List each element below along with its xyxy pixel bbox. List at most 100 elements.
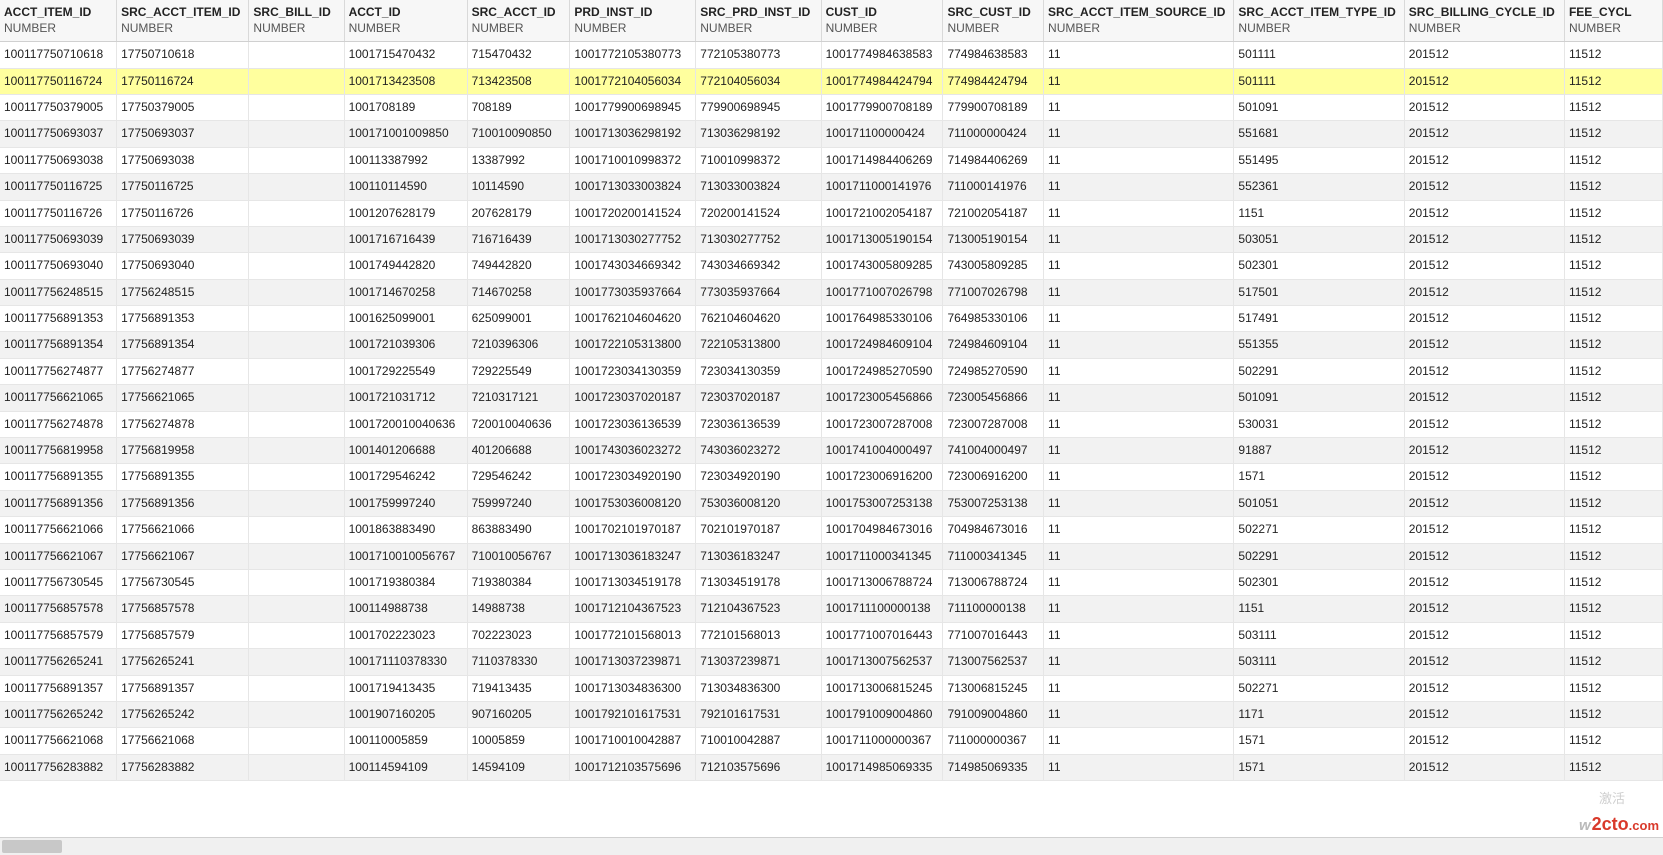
cell[interactable]: 1571 [1234,464,1404,490]
cell[interactable]: 1001713036298192 [570,121,696,147]
cell[interactable]: 11512 [1564,226,1662,252]
table-row[interactable]: 1001177566210671775662106710017100100567… [0,543,1663,569]
cell[interactable]: 11 [1044,68,1234,94]
cell[interactable]: 714985069335 [943,754,1044,780]
cell[interactable]: 11512 [1564,68,1662,94]
cell[interactable]: 1001702101970187 [570,517,696,543]
cell[interactable]: 625099001 [467,306,570,332]
cell[interactable]: 1001753007253138 [821,490,943,516]
cell[interactable]: 711100000138 [943,596,1044,622]
cell[interactable]: 772104056034 [696,68,821,94]
cell[interactable]: 201512 [1404,385,1564,411]
cell[interactable]: 1001713036183247 [570,543,696,569]
cell[interactable]: 201512 [1404,147,1564,173]
cell[interactable]: 17756283882 [117,754,249,780]
cell[interactable]: 517501 [1234,279,1404,305]
table-row[interactable]: 1001177568575781775685757810011498873814… [0,596,1663,622]
cell[interactable]: 1001743005809285 [821,253,943,279]
cell[interactable]: 401206688 [467,438,570,464]
cell[interactable] [249,147,344,173]
cell[interactable] [249,279,344,305]
cell[interactable]: 17756621067 [117,543,249,569]
cell[interactable]: 530031 [1234,411,1404,437]
cell[interactable] [249,517,344,543]
table-row[interactable]: 1001177568575791775685757910017022230237… [0,622,1663,648]
cell[interactable] [249,42,344,68]
cell[interactable]: 1001724984609104 [821,332,943,358]
cell[interactable]: 729225549 [467,358,570,384]
cell[interactable] [249,728,344,754]
cell[interactable]: 753036008120 [696,490,821,516]
cell[interactable]: 17756621066 [117,517,249,543]
cell[interactable]: 1001753036008120 [570,490,696,516]
cell[interactable]: 713030277752 [696,226,821,252]
cell[interactable]: 201512 [1404,306,1564,332]
cell[interactable]: 712103575696 [696,754,821,780]
cell[interactable] [249,226,344,252]
table-row[interactable]: 1001177562485151775624851510017146702587… [0,279,1663,305]
cell[interactable]: 11512 [1564,728,1662,754]
cell[interactable]: 724984609104 [943,332,1044,358]
cell[interactable]: 1001704984673016 [821,517,943,543]
cell[interactable] [249,94,344,120]
cell[interactable] [249,701,344,727]
table-row[interactable]: 1001177506930371775069303710017100100985… [0,121,1663,147]
cell[interactable]: 713007562537 [943,649,1044,675]
cell[interactable]: 11 [1044,543,1234,569]
cell[interactable]: 100117750693037 [0,121,117,147]
cell[interactable]: 201512 [1404,253,1564,279]
cell[interactable]: 502291 [1234,358,1404,384]
cell[interactable]: 100117756621066 [0,517,117,543]
cell[interactable]: 710010090850 [467,121,570,147]
cell[interactable]: 7110378330 [467,649,570,675]
cell[interactable]: 1001772104056034 [570,68,696,94]
cell[interactable]: 11512 [1564,490,1662,516]
cell[interactable]: 771007026798 [943,279,1044,305]
column-header-src_acct_item_id[interactable]: SRC_ACCT_ITEM_IDNUMBER [117,0,249,42]
cell[interactable]: 11512 [1564,174,1662,200]
cell[interactable]: 11512 [1564,200,1662,226]
cell[interactable]: 100117750116724 [0,68,117,94]
cell[interactable]: 1001743034669342 [570,253,696,279]
cell[interactable]: 11 [1044,94,1234,120]
table-row[interactable]: 1001177562748781775627487810017200100406… [0,411,1663,437]
cell[interactable]: 201512 [1404,438,1564,464]
table-row[interactable]: 1001177506930401775069304010017494428207… [0,253,1663,279]
cell[interactable]: 11512 [1564,622,1662,648]
cell[interactable]: 713005190154 [943,226,1044,252]
cell[interactable]: 100117756621068 [0,728,117,754]
cell[interactable]: 11 [1044,464,1234,490]
cell[interactable]: 100117756857578 [0,596,117,622]
cell[interactable]: 743036023272 [696,438,821,464]
cell[interactable]: 11 [1044,438,1234,464]
cell[interactable]: 501091 [1234,94,1404,120]
cell[interactable]: 1001719413435 [344,675,467,701]
table-row[interactable]: 1001177501167241775011672410017134235087… [0,68,1663,94]
cell[interactable]: 100110005859 [344,728,467,754]
column-header-src_prd_inst_id[interactable]: SRC_PRD_INST_IDNUMBER [696,0,821,42]
cell[interactable]: 713036298192 [696,121,821,147]
cell[interactable]: 100110114590 [344,174,467,200]
cell[interactable]: 771007016443 [943,622,1044,648]
cell[interactable]: 201512 [1404,596,1564,622]
cell[interactable]: 17756857578 [117,596,249,622]
cell[interactable]: 207628179 [467,200,570,226]
cell[interactable]: 1001713037239871 [570,649,696,675]
cell[interactable]: 1001723006916200 [821,464,943,490]
cell[interactable]: 720010040636 [467,411,570,437]
cell[interactable]: 1001863883490 [344,517,467,543]
cell[interactable]: 11 [1044,358,1234,384]
cell[interactable]: 11 [1044,147,1234,173]
cell[interactable]: 1001721002054187 [821,200,943,226]
cell[interactable]: 1001713030277752 [570,226,696,252]
cell[interactable]: 713037239871 [696,649,821,675]
cell[interactable]: 1001713005190154 [821,226,943,252]
cell[interactable]: 100171001009850 [344,121,467,147]
cell[interactable]: 1001722105313800 [570,332,696,358]
cell[interactable]: 201512 [1404,490,1564,516]
cell[interactable]: 100117756857579 [0,622,117,648]
table-row[interactable]: 1001177501167261775011672610012076281792… [0,200,1663,226]
cell[interactable]: 724985270590 [943,358,1044,384]
column-header-src_billing_cycle_id[interactable]: SRC_BILLING_CYCLE_IDNUMBER [1404,0,1564,42]
column-header-src_acct_item_source_id[interactable]: SRC_ACCT_ITEM_SOURCE_IDNUMBER [1044,0,1234,42]
